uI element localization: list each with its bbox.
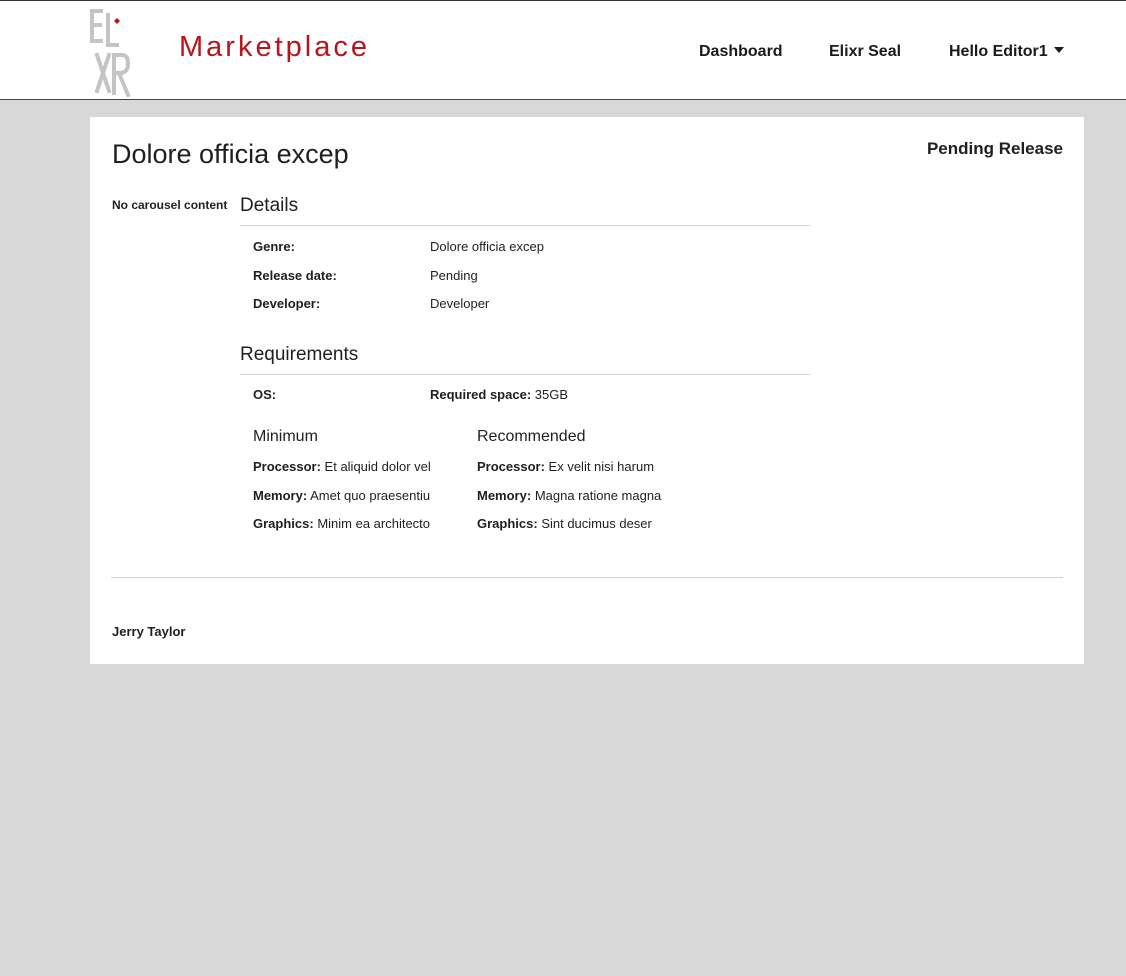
details-heading: Details [240, 195, 810, 226]
genre-label: Genre: [253, 239, 295, 254]
status-badge: Pending Release [926, 139, 1063, 158]
recommended-heading: Recommended [477, 428, 586, 445]
product-title: Dolore officia excep [112, 139, 349, 169]
caret-down-icon [1053, 47, 1064, 53]
recommended-processor-value: Ex velit nisi harum [548, 459, 655, 474]
nav-elixr-seal-link[interactable]: Elixr Seal [829, 43, 901, 65]
recommended-processor-label: Processor: [477, 459, 545, 474]
minimum-processor-value: Et aliquid dolor vel [324, 459, 431, 474]
minimum-memory-value: Amet quo praesentiu [310, 488, 431, 503]
recommended-graphics: Graphics: Sint ducimus deser [477, 516, 652, 531]
required-space-value: 35GB [534, 387, 569, 402]
top-header: Marketplace Dashboard Elixr Seal Hello E… [0, 0, 1126, 100]
user-menu-dropdown[interactable]: Hello Editor1 [949, 43, 1064, 65]
recommended-memory-label: Memory: [477, 488, 532, 503]
required-space: Required space: 35GB [430, 387, 568, 402]
section-divider [111, 577, 1063, 578]
recommended-memory-value: Magna ratione magna [534, 488, 662, 503]
elixr-logo-icon[interactable] [88, 7, 132, 98]
recommended-graphics-value: Sint ducimus deser [541, 516, 652, 531]
minimum-processor: Processor: Et aliquid dolor vel [253, 459, 431, 474]
os-label: OS: [253, 387, 277, 402]
release-date-value: Pending [430, 268, 478, 283]
genre-value: Dolore officia excep [430, 239, 544, 254]
carousel-placeholder: No carousel content [112, 198, 228, 212]
recommended-graphics-label: Graphics: [477, 516, 538, 531]
developer-value: Developer [430, 296, 490, 311]
minimum-graphics-value: Minim ea architecto [317, 516, 431, 531]
author-name: Jerry Taylor [112, 624, 186, 639]
recommended-processor: Processor: Ex velit nisi harum [477, 459, 654, 474]
minimum-memory: Memory: Amet quo praesentiu [253, 488, 430, 503]
minimum-heading: Minimum [253, 428, 318, 445]
developer-label: Developer: [253, 296, 321, 311]
required-space-label: Required space: [430, 387, 532, 402]
minimum-graphics: Graphics: Minim ea architecto [253, 516, 430, 531]
minimum-graphics-label: Graphics: [253, 516, 314, 531]
recommended-memory: Memory: Magna ratione magna [477, 488, 661, 503]
requirements-heading: Requirements [240, 344, 810, 375]
minimum-processor-label: Processor: [253, 459, 321, 474]
nav-dashboard-link[interactable]: Dashboard [699, 43, 783, 65]
release-date-label: Release date: [253, 268, 337, 283]
user-menu-label: Hello Editor1 [949, 43, 1048, 60]
product-card: Dolore officia excep Pending Release No … [90, 117, 1084, 664]
minimum-memory-label: Memory: [253, 488, 308, 503]
brand-title[interactable]: Marketplace [179, 31, 370, 64]
